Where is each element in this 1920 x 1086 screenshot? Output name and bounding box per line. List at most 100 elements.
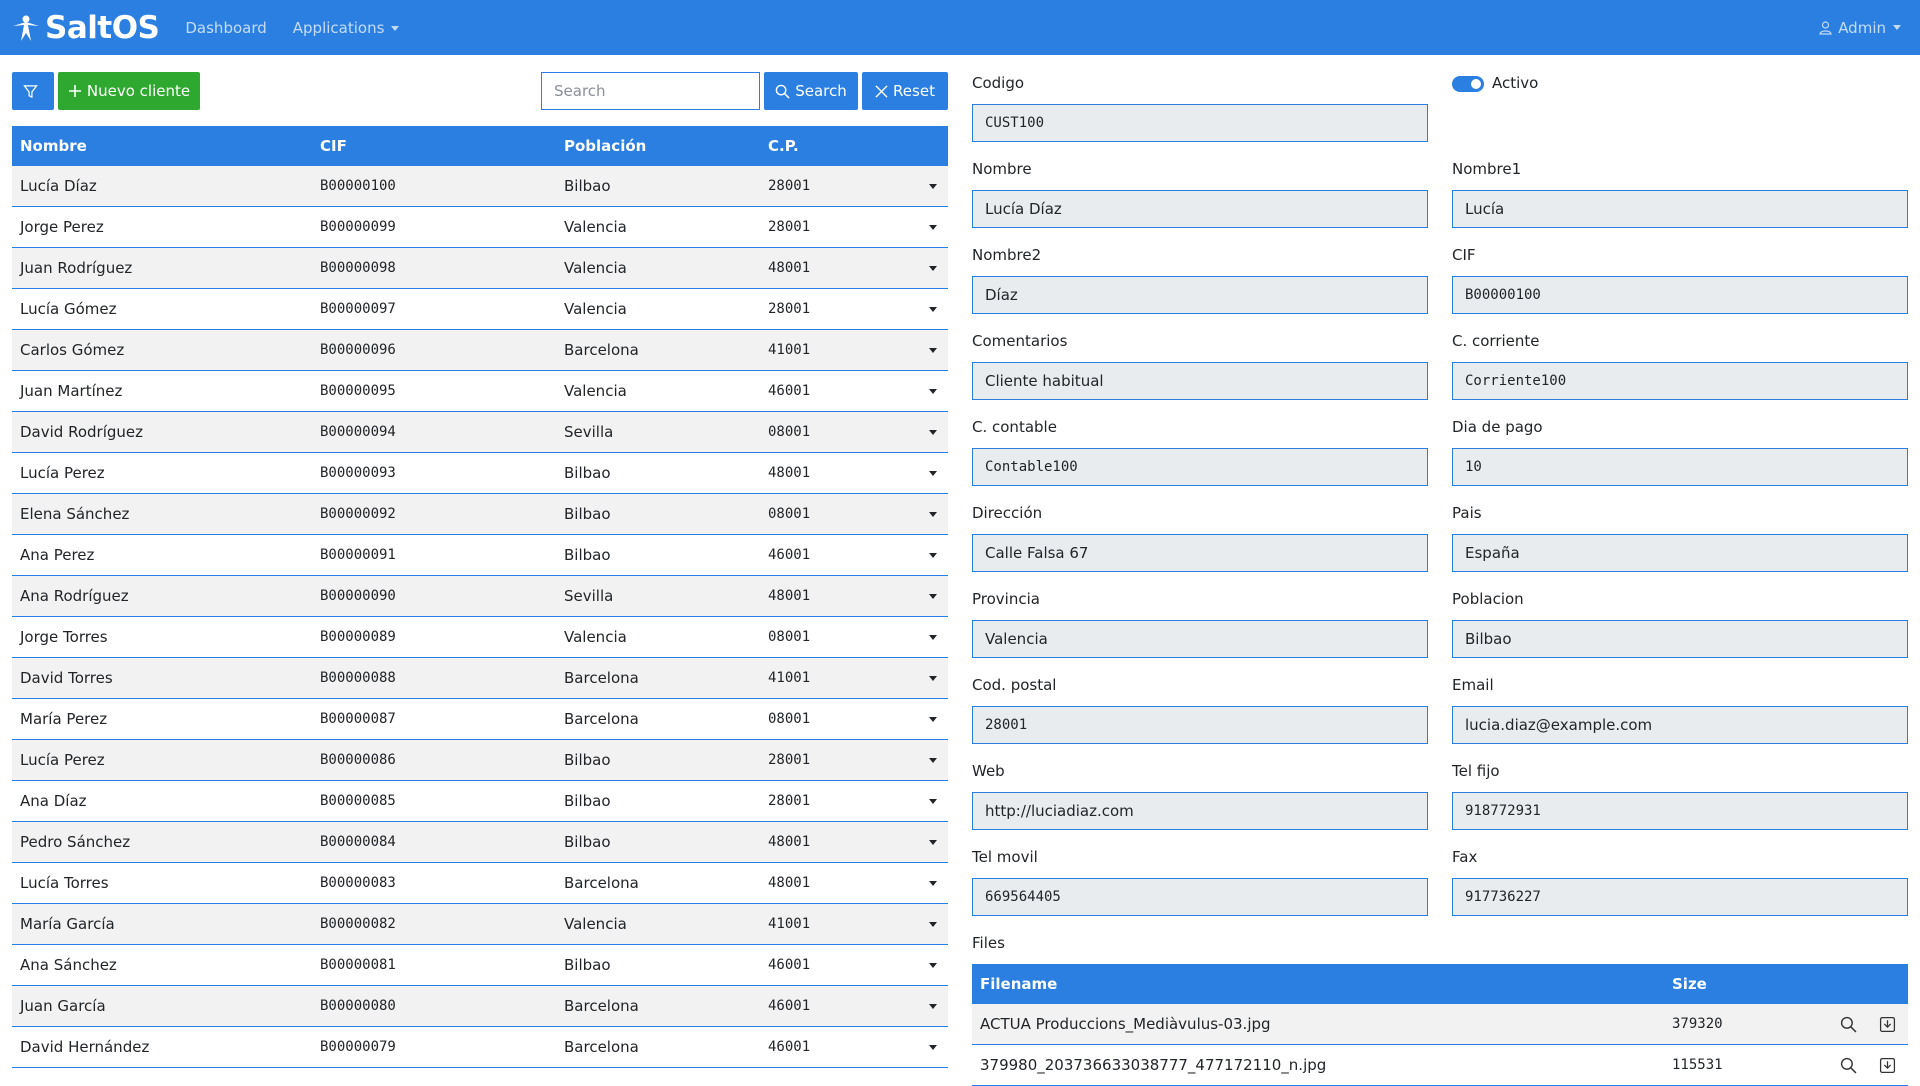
new-client-button[interactable]: Nuevo cliente	[58, 72, 200, 110]
row-actions-dropdown[interactable]	[918, 224, 948, 230]
header-nombre[interactable]: Nombre	[12, 137, 320, 155]
row-actions-dropdown[interactable]	[918, 552, 948, 558]
cell-nombre: Lucía Perez	[20, 464, 105, 482]
table-row[interactable]: David Torres B00000088 Barcelona 41001	[12, 658, 948, 699]
table-row[interactable]: Ana Perez B00000091 Bilbao 46001	[12, 535, 948, 576]
table-row[interactable]: Carlos Gómez B00000096 Barcelona 41001	[12, 330, 948, 371]
magnifier-icon[interactable]	[1840, 1057, 1857, 1074]
header-size[interactable]: Size	[1672, 975, 1812, 993]
tel-fijo-field[interactable]: 918772931	[1452, 792, 1908, 830]
row-actions-dropdown[interactable]	[918, 511, 948, 517]
reset-button[interactable]: Reset	[862, 72, 948, 110]
row-actions-dropdown[interactable]	[918, 757, 948, 763]
row-actions-dropdown[interactable]	[918, 388, 948, 394]
magnifier-icon[interactable]	[1840, 1016, 1857, 1033]
table-row[interactable]: Juan García B00000080 Barcelona 46001	[12, 986, 948, 1027]
email-field[interactable]: lucia.diaz@example.com	[1452, 706, 1908, 744]
pais-field[interactable]: España	[1452, 534, 1908, 572]
table-row[interactable]: Lucía Gómez B00000097 Valencia 28001	[12, 289, 948, 330]
web-field[interactable]: http://luciadiaz.com	[972, 792, 1428, 830]
row-actions-dropdown[interactable]	[918, 921, 948, 927]
codigo-field[interactable]: CUST100	[972, 104, 1428, 142]
filter-button[interactable]	[12, 72, 54, 110]
cif-field[interactable]: B00000100	[1452, 276, 1908, 314]
table-row[interactable]: Pedro Sánchez B00000084 Bilbao 48001	[12, 822, 948, 863]
table-row[interactable]: Elena Sánchez B00000092 Bilbao 08001	[12, 494, 948, 535]
fax-field[interactable]: 917736227	[1452, 878, 1908, 916]
table-row[interactable]: Ana Díaz B00000085 Bilbao 28001	[12, 781, 948, 822]
download-icon[interactable]	[1879, 1016, 1896, 1033]
filter-icon	[23, 84, 43, 99]
table-row[interactable]: Lucía Torres B00000083 Barcelona 48001	[12, 863, 948, 904]
nav-dashboard[interactable]: Dashboard	[185, 19, 266, 37]
table-row[interactable]: Jorge Torres B00000089 Valencia 08001	[12, 617, 948, 658]
nav-applications[interactable]: Applications	[293, 19, 400, 37]
row-actions-dropdown[interactable]	[918, 265, 948, 271]
cell-poblacion: Valencia	[564, 628, 627, 646]
row-actions-dropdown[interactable]	[918, 962, 948, 968]
search-input[interactable]	[541, 72, 760, 110]
cell-filename: 379980_203736633038777_477172110_n.jpg	[980, 1056, 1327, 1074]
tel-movil-field[interactable]: 669564405	[972, 878, 1428, 916]
user-menu[interactable]: Admin	[1819, 0, 1901, 55]
direccion-field[interactable]: Calle Falsa 67	[972, 534, 1428, 572]
table-row[interactable]: María García B00000082 Valencia 41001	[12, 904, 948, 945]
header-poblacion[interactable]: Población	[564, 137, 768, 155]
table-row[interactable]: Lucía Díaz B00000100 Bilbao 28001	[12, 166, 948, 207]
row-actions-dropdown[interactable]	[918, 470, 948, 476]
row-actions-dropdown[interactable]	[918, 634, 948, 640]
nombre2-field[interactable]: Díaz	[972, 276, 1428, 314]
table-row[interactable]: Juan Rodríguez B00000098 Valencia 48001	[12, 248, 948, 289]
row-actions-dropdown[interactable]	[918, 347, 948, 353]
row-actions-dropdown[interactable]	[918, 880, 948, 886]
row-actions-dropdown[interactable]	[918, 675, 948, 681]
cell-cp: 41001	[768, 916, 811, 932]
c-contable-field[interactable]: Contable100	[972, 448, 1428, 486]
table-row[interactable]: Lucía Perez B00000086 Bilbao 28001	[12, 740, 948, 781]
nombre1-field[interactable]: Lucía	[1452, 190, 1908, 228]
cell-nombre: Juan Rodríguez	[20, 259, 133, 277]
chevron-down-icon	[929, 798, 937, 804]
cell-poblacion: Barcelona	[564, 710, 639, 728]
table-row[interactable]: David Hernández B00000079 Barcelona 46001	[12, 1027, 948, 1068]
provincia-field[interactable]: Valencia	[972, 620, 1428, 658]
cell-poblacion: Sevilla	[564, 423, 614, 441]
table-row[interactable]: David Rodríguez B00000094 Sevilla 08001	[12, 412, 948, 453]
row-actions-dropdown[interactable]	[918, 183, 948, 189]
table-row[interactable]: Ana Rodríguez B00000090 Sevilla 48001	[12, 576, 948, 617]
header-cp[interactable]: C.P.	[768, 137, 918, 155]
row-actions-dropdown[interactable]	[918, 839, 948, 845]
files-table-header: Filename Size	[972, 964, 1908, 1004]
dia-pago-field[interactable]: 10	[1452, 448, 1908, 486]
search-button[interactable]: Search	[764, 72, 858, 110]
brand[interactable]: SaltOS	[11, 10, 160, 46]
chevron-down-icon	[391, 25, 400, 31]
download-icon[interactable]	[1879, 1057, 1896, 1074]
nombre-field[interactable]: Lucía Díaz	[972, 190, 1428, 228]
header-filename[interactable]: Filename	[972, 975, 1672, 993]
comentarios-field[interactable]: Cliente habitual	[972, 362, 1428, 400]
row-actions-dropdown[interactable]	[918, 306, 948, 312]
poblacion-field[interactable]: Bilbao	[1452, 620, 1908, 658]
cell-nombre: Lucía Torres	[20, 874, 109, 892]
table-row[interactable]: María Perez B00000087 Barcelona 08001	[12, 699, 948, 740]
activo-toggle[interactable]	[1452, 76, 1484, 92]
row-actions-dropdown[interactable]	[918, 1003, 948, 1009]
table-row[interactable]: Lucía Perez B00000093 Bilbao 48001	[12, 453, 948, 494]
header-cif[interactable]: CIF	[320, 137, 564, 155]
row-actions-dropdown[interactable]	[918, 429, 948, 435]
cell-cif: B00000088	[320, 670, 396, 686]
table-row[interactable]: Jorge Perez B00000099 Valencia 28001	[12, 207, 948, 248]
codigo-label: Codigo	[972, 74, 1025, 92]
row-actions-dropdown[interactable]	[918, 716, 948, 722]
row-actions-dropdown[interactable]	[918, 1044, 948, 1050]
row-actions-dropdown[interactable]	[918, 593, 948, 599]
row-actions-dropdown[interactable]	[918, 798, 948, 804]
file-row[interactable]: ACTUA Produccions_Mediàvulus-03.jpg 37932…	[972, 1004, 1908, 1045]
table-header: Nombre CIF Población C.P.	[12, 126, 948, 166]
cod-postal-field[interactable]: 28001	[972, 706, 1428, 744]
table-row[interactable]: Juan Martínez B00000095 Valencia 46001	[12, 371, 948, 412]
c-corriente-field[interactable]: Corriente100	[1452, 362, 1908, 400]
cell-poblacion: Barcelona	[564, 341, 639, 359]
table-row[interactable]: Ana Sánchez B00000081 Bilbao 46001	[12, 945, 948, 986]
